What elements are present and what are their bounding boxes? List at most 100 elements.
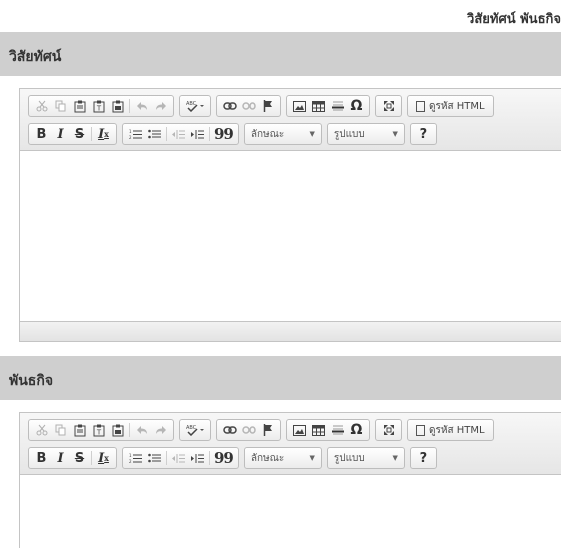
svg-text:T: T xyxy=(95,428,101,436)
section-heading-label: วิสัยทัศน์ xyxy=(9,49,62,65)
bold-button[interactable]: B xyxy=(32,449,51,467)
special-char-icon[interactable]: Ω xyxy=(347,421,366,439)
maximize-group xyxy=(375,419,402,441)
strikethrough-button[interactable]: S xyxy=(70,449,89,467)
spellcheck-group: ABC xyxy=(179,419,211,441)
toolbar-row-1: T ABC Ω ดูรหัส HTML xyxy=(28,93,557,119)
maximize-icon[interactable] xyxy=(379,421,398,439)
blockquote-icon[interactable]: 99 xyxy=(212,125,235,143)
svg-text:1: 1 xyxy=(129,453,132,458)
source-label: ดูรหัส HTML xyxy=(429,100,485,112)
blockquote-icon[interactable]: 99 xyxy=(212,449,235,467)
bold-button[interactable]: B xyxy=(32,125,51,143)
indent-icon[interactable] xyxy=(188,449,207,467)
italic-button[interactable]: I xyxy=(51,449,70,467)
outdent-icon[interactable] xyxy=(169,125,188,143)
link-group xyxy=(216,419,281,441)
paste-word-icon[interactable] xyxy=(108,97,127,115)
copy-icon[interactable] xyxy=(51,97,70,115)
editor-status-bar xyxy=(20,321,561,341)
redo-icon[interactable] xyxy=(151,97,170,115)
cut-icon[interactable] xyxy=(32,97,51,115)
list-group: 12 99 xyxy=(122,123,239,145)
vision-editor-content[interactable] xyxy=(20,151,561,321)
source-group: ดูรหัส HTML xyxy=(407,419,494,441)
image-icon[interactable] xyxy=(290,421,309,439)
mission-editor-content[interactable] xyxy=(20,475,561,548)
horizontal-rule-icon[interactable] xyxy=(328,97,347,115)
paste-icon[interactable] xyxy=(70,97,89,115)
svg-text:2: 2 xyxy=(129,135,132,140)
paste-text-icon[interactable]: T xyxy=(89,421,108,439)
anchor-icon[interactable] xyxy=(258,97,277,115)
maximize-icon[interactable] xyxy=(379,97,398,115)
indent-icon[interactable] xyxy=(188,125,207,143)
editor-toolbar: T ABC Ω ดูรหัส HTML B I S I x 1 2 99 ลัก… xyxy=(20,413,561,475)
format-combo[interactable]: รูปแบบ ▼ xyxy=(326,447,405,469)
copy-icon[interactable] xyxy=(51,421,70,439)
toolbar-separator xyxy=(209,451,210,465)
source-label: ดูรหัส HTML xyxy=(429,424,485,436)
redo-icon[interactable] xyxy=(151,421,170,439)
clipboard-group: T xyxy=(28,95,174,117)
horizontal-rule-icon[interactable] xyxy=(328,421,347,439)
chevron-down-icon: ▼ xyxy=(309,454,315,462)
insert-group: Ω xyxy=(286,95,370,117)
toolbar-separator xyxy=(166,451,167,465)
format-combo-label: รูปแบบ xyxy=(333,128,365,140)
list-group: 12 99 xyxy=(122,447,239,469)
table-icon[interactable] xyxy=(309,97,328,115)
undo-icon[interactable] xyxy=(132,97,151,115)
chevron-down-icon: ▼ xyxy=(392,130,398,138)
undo-icon[interactable] xyxy=(132,421,151,439)
bulleted-list-icon[interactable] xyxy=(145,449,164,467)
help-button[interactable]: ? xyxy=(414,125,433,143)
image-icon[interactable] xyxy=(290,97,309,115)
bulleted-list-icon[interactable] xyxy=(145,125,164,143)
outdent-icon[interactable] xyxy=(169,449,188,467)
section-heading-vision: วิสัยทัศน์ xyxy=(0,32,561,76)
toolbar-separator xyxy=(129,99,130,113)
toolbar-row-1: T ABC Ω ดูรหัส HTML xyxy=(28,417,557,443)
link-icon[interactable] xyxy=(220,97,239,115)
remove-format-sub: x xyxy=(104,453,109,463)
basic-style-group: B I S Ix xyxy=(28,447,117,469)
source-group: ดูรหัส HTML xyxy=(407,95,494,117)
numbered-list-icon[interactable]: 12 xyxy=(126,125,145,143)
unlink-icon[interactable] xyxy=(239,421,258,439)
paste-icon[interactable] xyxy=(70,421,89,439)
chevron-down-icon: ▼ xyxy=(392,454,398,462)
spellcheck-group: ABC xyxy=(179,95,211,117)
style-combo[interactable]: ลักษณะ ▼ xyxy=(243,123,322,145)
spellcheck-icon[interactable]: ABC xyxy=(183,97,207,115)
paste-text-icon[interactable]: T xyxy=(89,97,108,115)
italic-button[interactable]: I xyxy=(51,125,70,143)
source-icon xyxy=(416,100,425,112)
style-combo-label: ลักษณะ xyxy=(250,128,285,140)
mission-rich-text-editor: T ABC Ω ดูรหัส HTML B I S I x 1 2 99 ลัก… xyxy=(19,412,561,548)
source-button[interactable]: ดูรหัส HTML xyxy=(411,99,490,114)
source-button[interactable]: ดูรหัส HTML xyxy=(411,423,490,438)
link-icon[interactable] xyxy=(220,421,239,439)
table-icon[interactable] xyxy=(309,421,328,439)
cut-icon[interactable] xyxy=(32,421,51,439)
paste-word-icon[interactable] xyxy=(108,421,127,439)
style-combo[interactable]: ลักษณะ ▼ xyxy=(243,447,322,469)
help-button[interactable]: ? xyxy=(414,449,433,467)
anchor-icon[interactable] xyxy=(258,421,277,439)
toolbar-separator xyxy=(129,423,130,437)
toolbar-separator xyxy=(166,127,167,141)
strikethrough-button[interactable]: S xyxy=(70,125,89,143)
unlink-icon[interactable] xyxy=(239,97,258,115)
numbered-list-icon[interactable]: 12 xyxy=(126,449,145,467)
spellcheck-icon[interactable]: ABC xyxy=(183,421,207,439)
remove-format-button[interactable]: Ix xyxy=(94,125,113,143)
format-combo[interactable]: รูปแบบ ▼ xyxy=(326,123,405,145)
help-group: ? xyxy=(409,447,437,469)
special-char-icon[interactable]: Ω xyxy=(347,97,366,115)
remove-format-button[interactable]: Ix xyxy=(94,449,113,467)
vision-rich-text-editor: T ABC Ω ดูรหัส HTML B I S I x 1 2 99 ลัก… xyxy=(19,88,561,342)
toolbar-row-2: B I S Ix 12 99 ลักษณะ ▼ รูปแบบ ▼ ? xyxy=(28,445,557,471)
link-group xyxy=(216,95,281,117)
svg-text:1: 1 xyxy=(129,129,132,134)
